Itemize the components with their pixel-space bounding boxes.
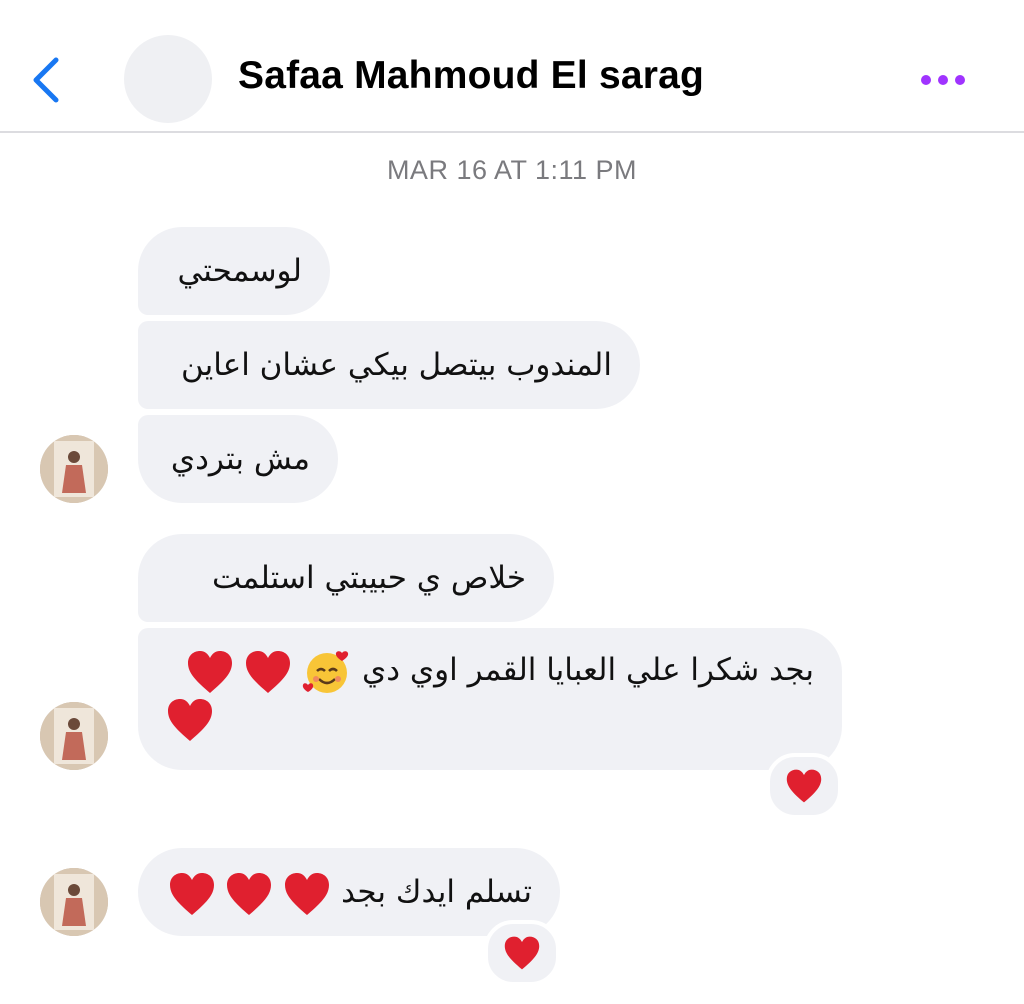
message-bubble[interactable]: خلاص ي حبيبتي استلمت xyxy=(138,534,554,622)
profile-photo-icon xyxy=(40,868,108,936)
sender-avatar[interactable] xyxy=(40,702,108,770)
message-text: بجد شكرا علي العبايا القمر اوي دي xyxy=(361,652,814,688)
message-text: خلاص ي حبيبتي استلمت xyxy=(212,560,526,596)
profile-photo-icon xyxy=(40,702,108,770)
red-heart-icon xyxy=(169,872,214,915)
red-heart-icon xyxy=(227,872,272,915)
contact-avatar[interactable] xyxy=(124,35,212,123)
ellipsis-icon xyxy=(921,75,965,85)
message-timestamp: MAR 16 AT 1:11 PM xyxy=(386,155,638,185)
conversation-header: Safaa Mahmoud El sarag xyxy=(0,0,1024,133)
message-text: لوسمحتي xyxy=(177,253,302,289)
red-heart-icon xyxy=(188,650,233,693)
smiling-face-with-hearts-icon xyxy=(302,650,349,693)
message-bubble[interactable]: تسلم ايدك بجد xyxy=(138,848,560,936)
message-bubble[interactable]: المندوب بيتصل بيكي عشان اعاين xyxy=(138,321,640,409)
message-bubble[interactable]: مش بتردي xyxy=(138,415,338,503)
red-heart-icon xyxy=(786,769,822,803)
message-reaction[interactable] xyxy=(766,753,842,819)
message-reaction[interactable] xyxy=(484,920,560,986)
chevron-left-icon xyxy=(33,57,59,103)
message-text: المندوب بيتصل بيكي عشان اعاين xyxy=(181,347,612,383)
sender-avatar[interactable] xyxy=(40,868,108,936)
message-bubble[interactable]: لوسمحتي xyxy=(138,227,330,315)
back-button[interactable] xyxy=(26,50,66,110)
more-options-button[interactable] xyxy=(918,70,968,90)
red-heart-icon xyxy=(246,650,291,693)
contact-name[interactable]: Safaa Mahmoud El sarag xyxy=(238,54,704,98)
red-heart-icon xyxy=(504,936,540,970)
sender-avatar[interactable] xyxy=(40,435,108,503)
red-heart-icon xyxy=(285,872,330,915)
message-text: مش بتردي xyxy=(170,441,310,477)
message-bubble[interactable]: بجد شكرا علي العبايا القمر اوي دي xyxy=(138,628,842,770)
profile-photo-icon xyxy=(40,435,108,503)
red-heart-icon xyxy=(168,698,212,741)
message-text: تسلم ايدك بجد xyxy=(341,874,532,910)
